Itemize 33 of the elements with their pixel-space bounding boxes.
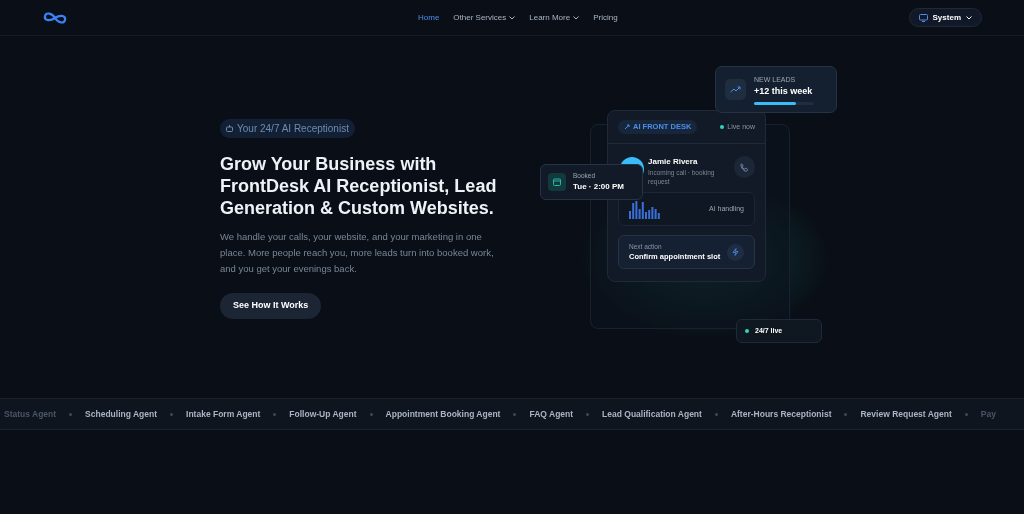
- leads-value: +12 this week: [754, 85, 814, 98]
- caret-icon: [966, 15, 972, 20]
- waveform-icon: [629, 199, 661, 219]
- nav-link[interactable]: Home: [418, 12, 440, 24]
- theme-button[interactable]: System: [908, 8, 982, 27]
- bolt-icon: [727, 243, 744, 261]
- hero-headline: Grow Your Business with FrontDesk AI Receptionist, Lead Generation & Custom Websites.: [220, 153, 498, 219]
- agent-label: Scheduling Agent: [85, 407, 158, 421]
- booked-time: Tue · 2:00 PM: [573, 180, 624, 193]
- agent-label: Status Agent: [4, 407, 57, 421]
- robot-icon: [226, 125, 233, 132]
- arrow-icon: [624, 124, 630, 130]
- agent-label: FAQ Agent: [529, 407, 574, 421]
- agent-label: Lead Qualification Agent: [602, 407, 702, 421]
- cta-button[interactable]: See How It Works: [220, 293, 322, 319]
- calendar-icon: [548, 173, 566, 191]
- agent-label: Appointment Booking Agent: [385, 407, 501, 421]
- nav-link[interactable]: Other Services: [453, 12, 516, 24]
- caller-name: Jamie Rivera: [648, 156, 699, 168]
- phone-icon: [733, 156, 755, 178]
- agent-label: Pay: [980, 407, 996, 421]
- agent-label: Intake Form Agent: [186, 407, 261, 421]
- hero-badge: Your 24/7 AI Receptionist: [220, 119, 355, 138]
- logo-icon[interactable]: [42, 10, 68, 25]
- hero-description: We handle your calls, your website, and your marketing in one place. More people reach you, more leads turn into booked work, and you get your evenings back.: [220, 230, 495, 276]
- leads-meter: [754, 101, 814, 105]
- nav-link[interactable]: Learn More: [529, 12, 580, 24]
- agent-label: Review Request Agent: [860, 407, 952, 421]
- agent-label: After-Hours Receptionist: [730, 407, 832, 421]
- nav-link[interactable]: Pricing: [593, 12, 618, 24]
- trend-icon: [725, 79, 746, 100]
- monitor-icon: [918, 13, 928, 22]
- agent-label: Follow-Up Agent: [289, 407, 357, 421]
